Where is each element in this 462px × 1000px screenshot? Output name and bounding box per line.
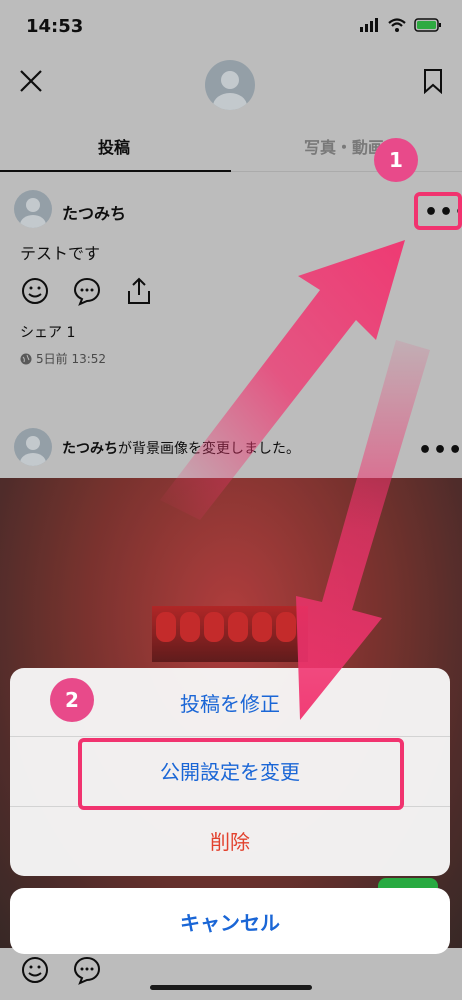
cancel-button[interactable]: キャンセル <box>10 888 450 954</box>
home-indicator <box>150 985 312 990</box>
step-badge-2: 2 <box>50 678 94 722</box>
delete-button[interactable]: 削除 <box>10 806 450 874</box>
step-badge-1: 1 <box>374 138 418 182</box>
annotation-highlight-visibility <box>78 738 404 810</box>
annotation-highlight-more <box>414 192 462 230</box>
